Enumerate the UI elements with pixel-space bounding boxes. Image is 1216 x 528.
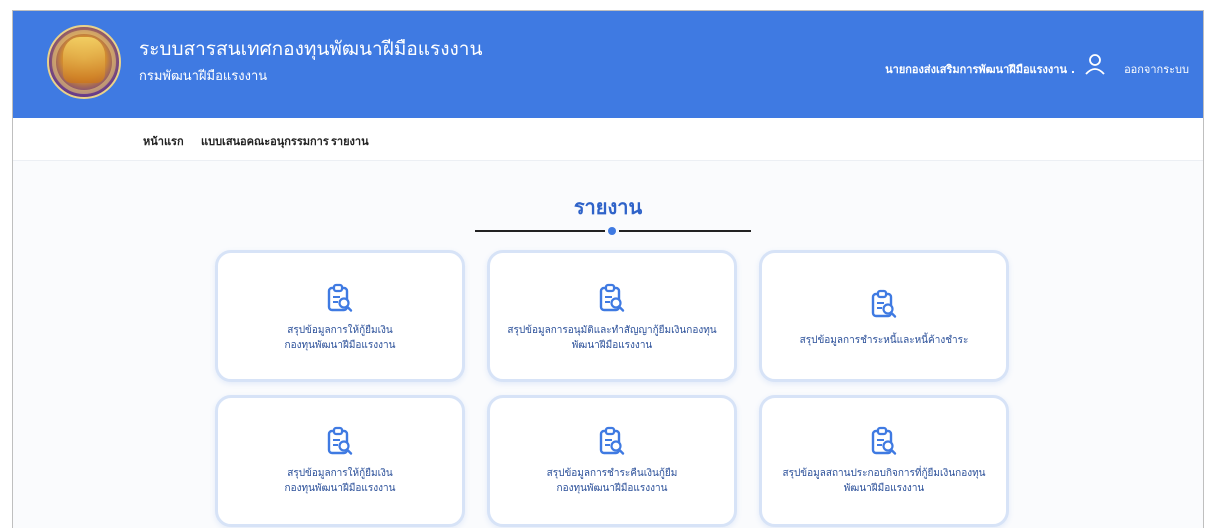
nav-item-home[interactable]: หน้าแรก bbox=[143, 132, 184, 150]
report-card-title: กองทุนพัฒนาฝีมือแรงงาน bbox=[556, 483, 668, 494]
clipboard-search-icon bbox=[871, 289, 897, 318]
header: ระบบสารสนเทศกองทุนพัฒนาฝีมือแรงงาน กรมพั… bbox=[13, 11, 1203, 118]
report-card-title: พัฒนาฝีมือแรงงาน bbox=[571, 340, 653, 351]
report-card-loan-summary-2[interactable]: สรุปข้อมูลการให้กู้ยืมเงิน กองทุนพัฒนาฝี… bbox=[215, 395, 465, 527]
user-icon[interactable] bbox=[1085, 53, 1105, 75]
clipboard-search-icon bbox=[599, 283, 625, 312]
report-card-approval-contract[interactable]: สรุปข้อมูลการอนุมัติและทำสัญญากู้ยืมเงิน… bbox=[487, 250, 737, 382]
report-card-title: กองทุนพัฒนาฝีมือแรงงาน bbox=[284, 483, 396, 494]
report-card-title: สรุปข้อมูลการให้กู้ยืมเงิน bbox=[287, 325, 393, 336]
clipboard-search-icon bbox=[599, 426, 625, 455]
nav-item-proposal-form[interactable]: แบบเสนอคณะอนุกรรมการ bbox=[201, 132, 329, 150]
report-card-title: กองทุนพัฒนาฝีมือแรงงาน bbox=[284, 340, 396, 351]
report-card-title: พัฒนาฝีมือแรงงาน bbox=[843, 483, 925, 494]
top-nav: หน้าแรก แบบเสนอคณะอนุกรรมการ รายงาน bbox=[13, 118, 1203, 161]
clipboard-search-icon bbox=[327, 426, 353, 455]
clipboard-search-icon bbox=[327, 283, 353, 312]
report-card-repayment[interactable]: สรุปข้อมูลการชำระคืนเงินกู้ยืม กองทุนพัฒ… bbox=[487, 395, 737, 527]
clipboard-search-icon bbox=[871, 426, 897, 455]
logout-link[interactable]: ออกจากระบบ bbox=[1124, 60, 1189, 78]
app-title: ระบบสารสนเทศกองทุนพัฒนาฝีมือแรงงาน bbox=[139, 38, 483, 60]
app-subtitle: กรมพัฒนาฝีมือแรงงาน bbox=[139, 69, 268, 84]
heading-divider-dot bbox=[608, 227, 616, 235]
app-window: ระบบสารสนเทศกองทุนพัฒนาฝีมือแรงงาน กรมพั… bbox=[12, 10, 1204, 528]
nav-item-report[interactable]: รายงาน bbox=[331, 132, 369, 150]
report-card-title: สรุปข้อมูลการชำระคืนเงินกู้ยืม bbox=[546, 468, 678, 479]
department-logo bbox=[47, 25, 121, 99]
heading-divider-right bbox=[619, 230, 751, 232]
heading-divider-left bbox=[475, 230, 605, 232]
report-card-title: สรุปข้อมูลการให้กู้ยืมเงิน bbox=[287, 468, 393, 479]
report-card-title: สรุปข้อมูลสถานประกอบกิจการที่กู้ยืมเงินก… bbox=[782, 468, 986, 479]
report-card-loan-summary[interactable]: สรุปข้อมูลการให้กู้ยืมเงิน กองทุนพัฒนาฝี… bbox=[215, 250, 465, 382]
report-card-debt-payment[interactable]: สรุปข้อมูลการชำระหนี้และหนี้ค้างชำระ bbox=[759, 250, 1009, 382]
user-name[interactable]: นายกองส่งเสริมการพัฒนาฝีมือแรงงาน . bbox=[885, 60, 1075, 78]
page-title: รายงาน bbox=[573, 195, 643, 219]
report-card-title: สรุปข้อมูลการอนุมัติและทำสัญญากู้ยืมเงิน… bbox=[507, 325, 717, 336]
report-card-title: สรุปข้อมูลการชำระหนี้และหนี้ค้างชำระ bbox=[799, 335, 969, 346]
report-card-borrowing-establishments[interactable]: สรุปข้อมูลสถานประกอบกิจการที่กู้ยืมเงินก… bbox=[759, 395, 1009, 527]
